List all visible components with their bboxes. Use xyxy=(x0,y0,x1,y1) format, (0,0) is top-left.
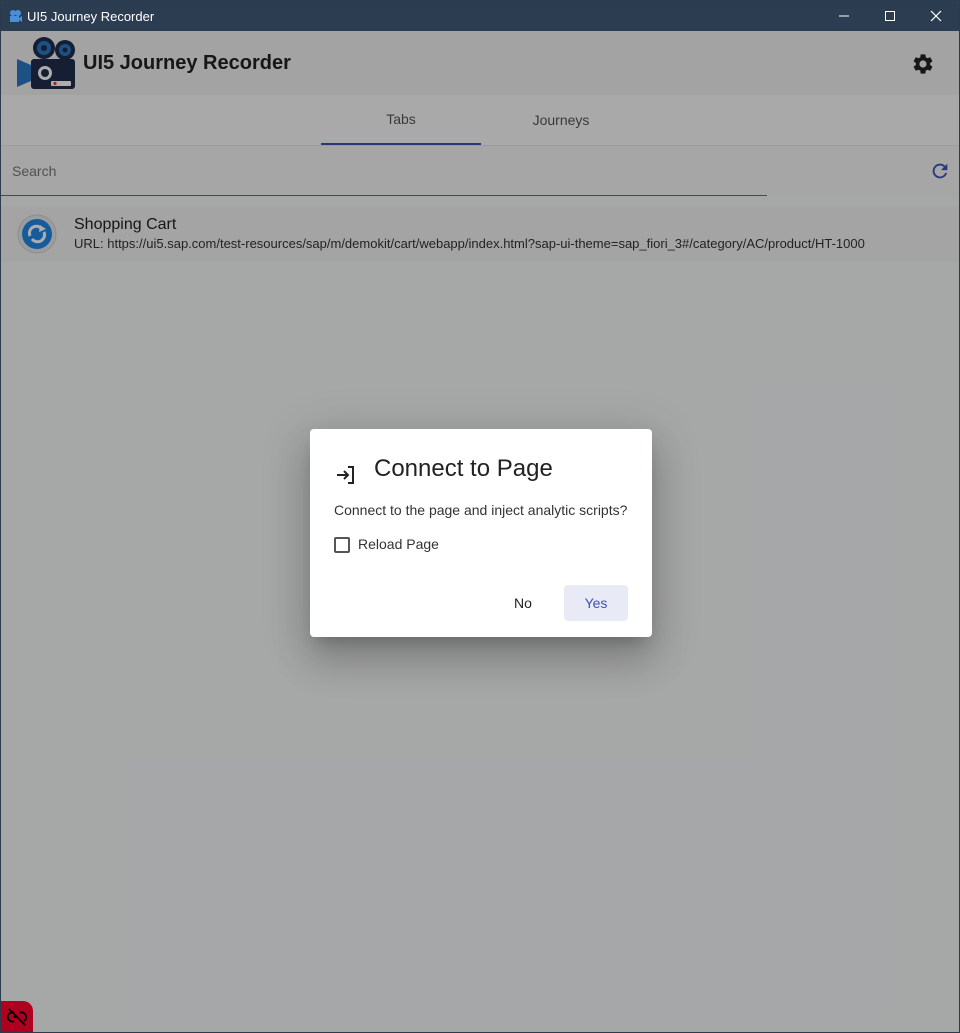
app-content: UI5 Journey Recorder Tabs Journeys Searc… xyxy=(1,31,959,1032)
dialog-title: Connect to Page xyxy=(374,455,553,482)
no-button[interactable]: No xyxy=(498,585,548,621)
reload-page-label[interactable]: Reload Page xyxy=(358,536,439,552)
app-camera-icon xyxy=(7,8,23,24)
close-icon xyxy=(930,10,942,22)
minimize-icon xyxy=(839,15,849,17)
yes-button[interactable]: Yes xyxy=(564,585,628,621)
maximize-button[interactable] xyxy=(867,1,913,31)
maximize-icon xyxy=(885,11,895,21)
title-bar: UI5 Journey Recorder xyxy=(1,1,959,31)
app-window: UI5 Journey Recorder UI5 Journey Recorde… xyxy=(0,0,960,1033)
link-off-icon xyxy=(6,1007,28,1026)
login-icon xyxy=(334,463,358,487)
connect-dialog: Connect to Page Connect to the page and … xyxy=(310,429,652,637)
connection-status-button[interactable] xyxy=(1,1001,33,1032)
reload-page-checkbox[interactable] xyxy=(334,537,350,553)
close-button[interactable] xyxy=(913,1,959,31)
minimize-button[interactable] xyxy=(821,1,867,31)
dialog-message: Connect to the page and inject analytic … xyxy=(334,502,628,518)
window-title: UI5 Journey Recorder xyxy=(27,9,155,24)
